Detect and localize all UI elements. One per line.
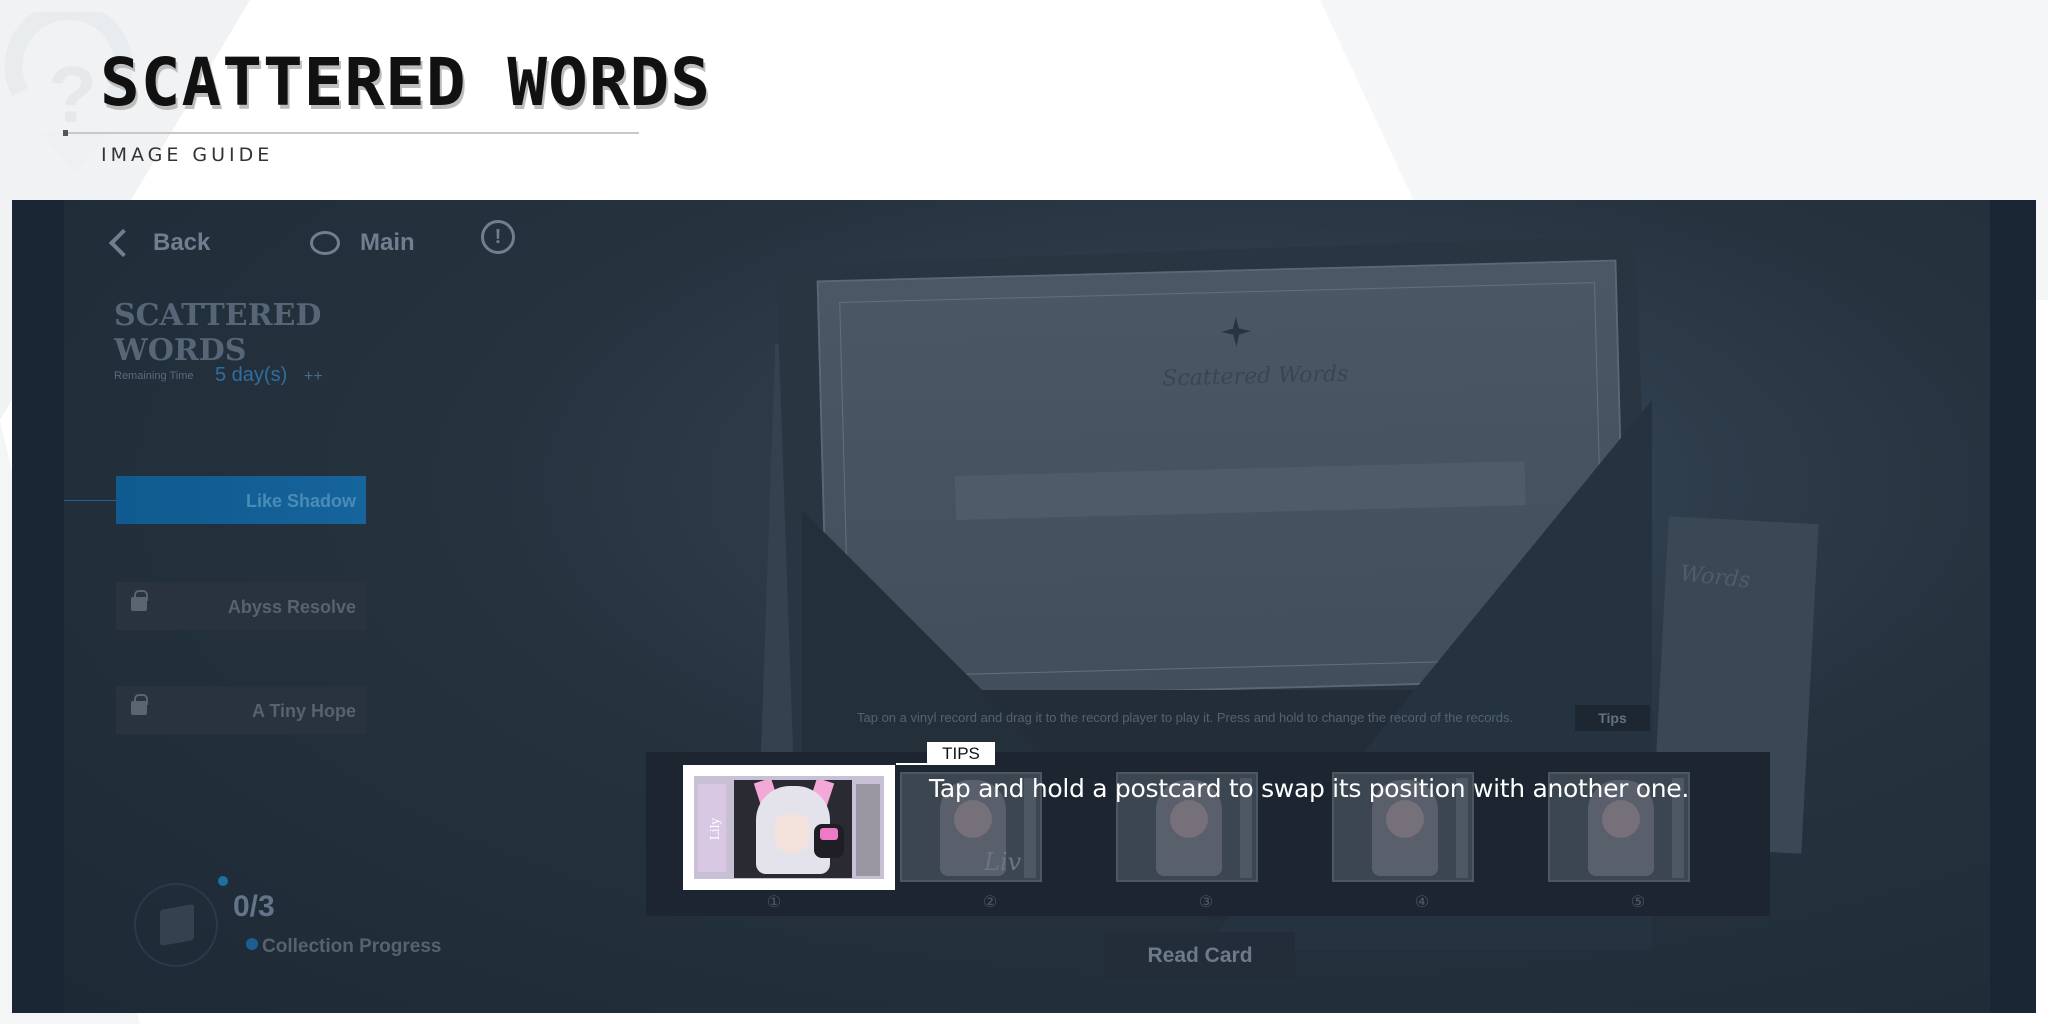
letter-text-bar (954, 461, 1526, 520)
tips-text: Tap and hold a postcard to swap its posi… (929, 774, 1690, 803)
collection-progress-label: Collection Progress (262, 936, 442, 957)
remaining-time-label: Remaining Time (114, 370, 194, 382)
postcard-signature: Liv (983, 848, 1022, 876)
postcard-number-2: ② (982, 894, 998, 911)
lock-icon (131, 694, 148, 715)
svg-text:Liv: Liv (983, 848, 1022, 876)
guide-header: ? SCATTERED WORDS IMAGE GUIDE (0, 0, 2048, 200)
headphones-icon (814, 824, 844, 858)
collection-indicator-dot (218, 876, 228, 886)
main-button[interactable]: Main (294, 222, 444, 264)
character-face (774, 814, 810, 854)
collection-label-dot (246, 938, 258, 950)
game-scene: Words Scattered Words Back Main ! SCATTE… (12, 200, 2036, 1013)
chevron-left-icon (108, 228, 138, 258)
game-screenshot: Words Scattered Words Back Main ! SCATTE… (12, 200, 2036, 1013)
guide-subtitle: IMAGE GUIDE (101, 144, 274, 166)
title-divider (63, 132, 639, 134)
letter-script-title: Scattered Words (1162, 361, 1349, 392)
postcard-frame-edge (856, 784, 880, 876)
tips-connector-line (896, 763, 927, 765)
postcard-number-4: ④ (1414, 894, 1430, 911)
back-button[interactable]: Back (97, 222, 237, 264)
remaining-time-value: 5 day(s) (215, 364, 288, 386)
chapter-label: Like Shadow (245, 491, 356, 511)
guide-title: SCATTERED WORDS (100, 44, 712, 121)
svg-text:?: ? (48, 50, 97, 139)
home-ring-icon (310, 231, 340, 255)
read-card-button[interactable]: Read Card (1105, 932, 1295, 980)
chapter-abyss-resolve[interactable]: Abyss Resolve (116, 582, 366, 630)
chapter-like-shadow[interactable]: Like Shadow (116, 476, 366, 524)
chapter-a-tiny-hope[interactable]: A Tiny Hope (116, 686, 366, 734)
hint-text: Tap on a vinyl record and drag it to the… (857, 710, 1514, 725)
collection-count: 0/3 (233, 890, 275, 923)
chapter-label: A Tiny Hope (251, 701, 356, 721)
chapter-label: Abyss Resolve (227, 597, 356, 617)
postcard-1-highlighted[interactable]: Lily (683, 765, 895, 890)
postcard-1-art: Lily (694, 776, 884, 879)
postcard-number-3: ③ (1198, 894, 1214, 911)
tips-button[interactable]: Tips (1575, 705, 1650, 731)
collection-badge-icon (134, 883, 218, 967)
tips-tag: TIPS (927, 742, 995, 765)
postcard-number-5: ⑤ (1630, 894, 1646, 911)
main-label: Main (360, 229, 415, 256)
active-chapter-indicator (64, 500, 116, 501)
info-icon[interactable]: ! (481, 220, 515, 254)
postcard-number-1: ① (766, 894, 782, 911)
lock-icon (131, 590, 148, 611)
back-label: Back (153, 229, 211, 256)
event-title: SCATTERED WORDS (114, 298, 322, 368)
postcard-side-text: Lily (708, 817, 723, 841)
character-portrait (734, 780, 852, 878)
title-divider-mark (63, 130, 68, 136)
remaining-time-extra: ++ (304, 368, 323, 385)
star-icon (1221, 316, 1252, 347)
postcard-side-strip: Lily (698, 784, 726, 872)
